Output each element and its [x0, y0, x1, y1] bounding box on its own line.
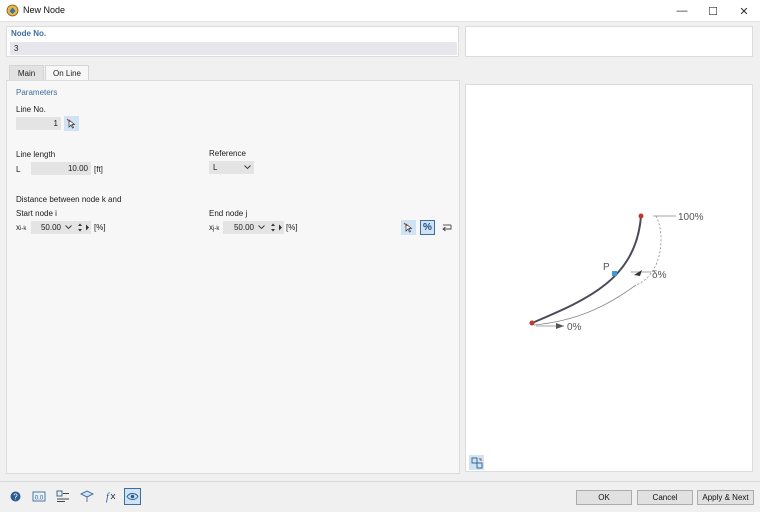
close-button[interactable]: ✕ [729, 0, 759, 22]
line-length-value: 10.00 [67, 164, 88, 173]
node-no-label: Node No. [11, 29, 47, 38]
pick-point-button[interactable] [401, 220, 416, 235]
maximize-button[interactable]: ☐ [698, 0, 728, 22]
start-spinner[interactable] [75, 221, 91, 234]
tab-main-label: Main [17, 68, 36, 78]
chevron-down-icon [258, 225, 265, 230]
end-symbol: xj-k [209, 223, 219, 232]
window-title: New Node [23, 5, 66, 15]
line-no-label: Line No. [16, 105, 46, 114]
help-icon: ? [10, 491, 21, 502]
display-settings-icon [56, 490, 69, 502]
minimize-button[interactable]: — [667, 0, 697, 22]
end-value-select[interactable]: 50.00 [223, 221, 268, 234]
spinner-icon [78, 223, 89, 232]
spinner-icon [271, 223, 282, 232]
visibility-button[interactable] [124, 488, 141, 505]
end-symbol-sub: j-k [213, 226, 220, 232]
label-p: P [603, 262, 610, 273]
tab-on-line-label: On Line [52, 68, 82, 78]
label-100: 100% [678, 212, 704, 223]
return-arrow-icon [441, 224, 451, 231]
line-length-label: Line length [16, 150, 56, 159]
reference-select[interactable]: L [209, 161, 254, 174]
percent-button[interactable]: % [420, 220, 435, 235]
parameters-heading: Parameters [16, 88, 58, 97]
comment-panel [465, 26, 753, 57]
tab-on-line[interactable]: On Line [45, 65, 89, 80]
svg-text:?: ? [13, 492, 18, 501]
app-icon [6, 4, 19, 17]
node-no-input[interactable]: 3 [10, 42, 457, 55]
chevron-down-icon [244, 165, 251, 170]
point-p-marker [612, 271, 617, 276]
swap-view-icon [471, 457, 482, 468]
start-symbol: xi-k [16, 223, 26, 232]
pick-cursor-icon [66, 118, 76, 129]
end-node-dot [638, 213, 644, 219]
line-diagram: P 100% δ% 0% [529, 212, 704, 333]
end-value: 50.00 [233, 223, 254, 232]
ok-label: OK [598, 493, 610, 502]
diagram-settings-button[interactable] [469, 455, 484, 470]
line-no-value: 1 [53, 119, 58, 128]
end-node-label: End node j [209, 209, 248, 218]
end-unit: [%] [286, 223, 298, 232]
apply-next-label: Apply & Next [702, 493, 749, 502]
help-button[interactable]: ? [7, 488, 24, 505]
cancel-label: Cancel [652, 493, 678, 502]
title-bar: New Node — ☐ ✕ [0, 0, 760, 22]
display-settings-button[interactable] [54, 488, 71, 505]
start-value: 50.00 [40, 223, 61, 232]
start-value-select[interactable]: 50.00 [31, 221, 75, 234]
svg-text:0.0: 0.0 [34, 496, 43, 502]
reference-value: L [213, 163, 218, 172]
pick-line-button[interactable] [64, 116, 79, 131]
label-0: 0% [567, 322, 582, 333]
eye-icon [126, 493, 139, 500]
start-node-label: Start node i [16, 209, 57, 218]
svg-text:f: f [106, 492, 110, 503]
tab-main[interactable]: Main [9, 65, 44, 80]
pick-cursor-icon [403, 222, 413, 233]
start-node-dot [529, 320, 535, 326]
line-length-field: 10.00 [31, 162, 91, 175]
line-no-input[interactable]: 1 [16, 117, 61, 130]
minimize-icon: — [676, 5, 688, 17]
formula-icon: f [106, 492, 115, 503]
offset-curve-lower [533, 284, 637, 326]
percent-icon: % [423, 222, 432, 233]
close-icon: ✕ [739, 5, 749, 18]
formula-button[interactable]: f [101, 488, 118, 505]
line-curve [531, 215, 642, 324]
start-symbol-sub: i-k [20, 226, 27, 232]
node-no-value: 3 [14, 44, 19, 53]
maximize-icon: ☐ [708, 5, 718, 18]
start-unit: [%] [94, 223, 106, 232]
ok-button[interactable]: OK [576, 490, 632, 505]
view-button[interactable] [78, 488, 95, 505]
units-button[interactable]: 0.0 [30, 488, 47, 505]
reference-label: Reference [209, 149, 246, 158]
chevron-down-icon [65, 225, 72, 230]
diagram-panel: P 100% δ% 0% [465, 84, 753, 472]
line-length-unit: [ft] [94, 165, 103, 174]
end-spinner[interactable] [268, 221, 284, 234]
view-icon [79, 490, 94, 502]
cancel-button[interactable]: Cancel [637, 490, 693, 505]
arrow-head-delta [634, 270, 642, 276]
distance-label: Distance between node k and [16, 195, 122, 204]
numbers-icon: 0.0 [32, 491, 45, 502]
apply-next-button[interactable]: Apply & Next [697, 490, 754, 505]
label-delta: δ% [652, 270, 667, 281]
parameters-panel: Parameters Line No. 1 Line length L 10.0… [6, 80, 460, 474]
line-length-symbol: L [16, 165, 21, 174]
arrow-head-0 [556, 323, 564, 329]
reverse-direction-button[interactable] [439, 220, 454, 235]
node-no-panel: Node No. 3 [6, 26, 459, 57]
